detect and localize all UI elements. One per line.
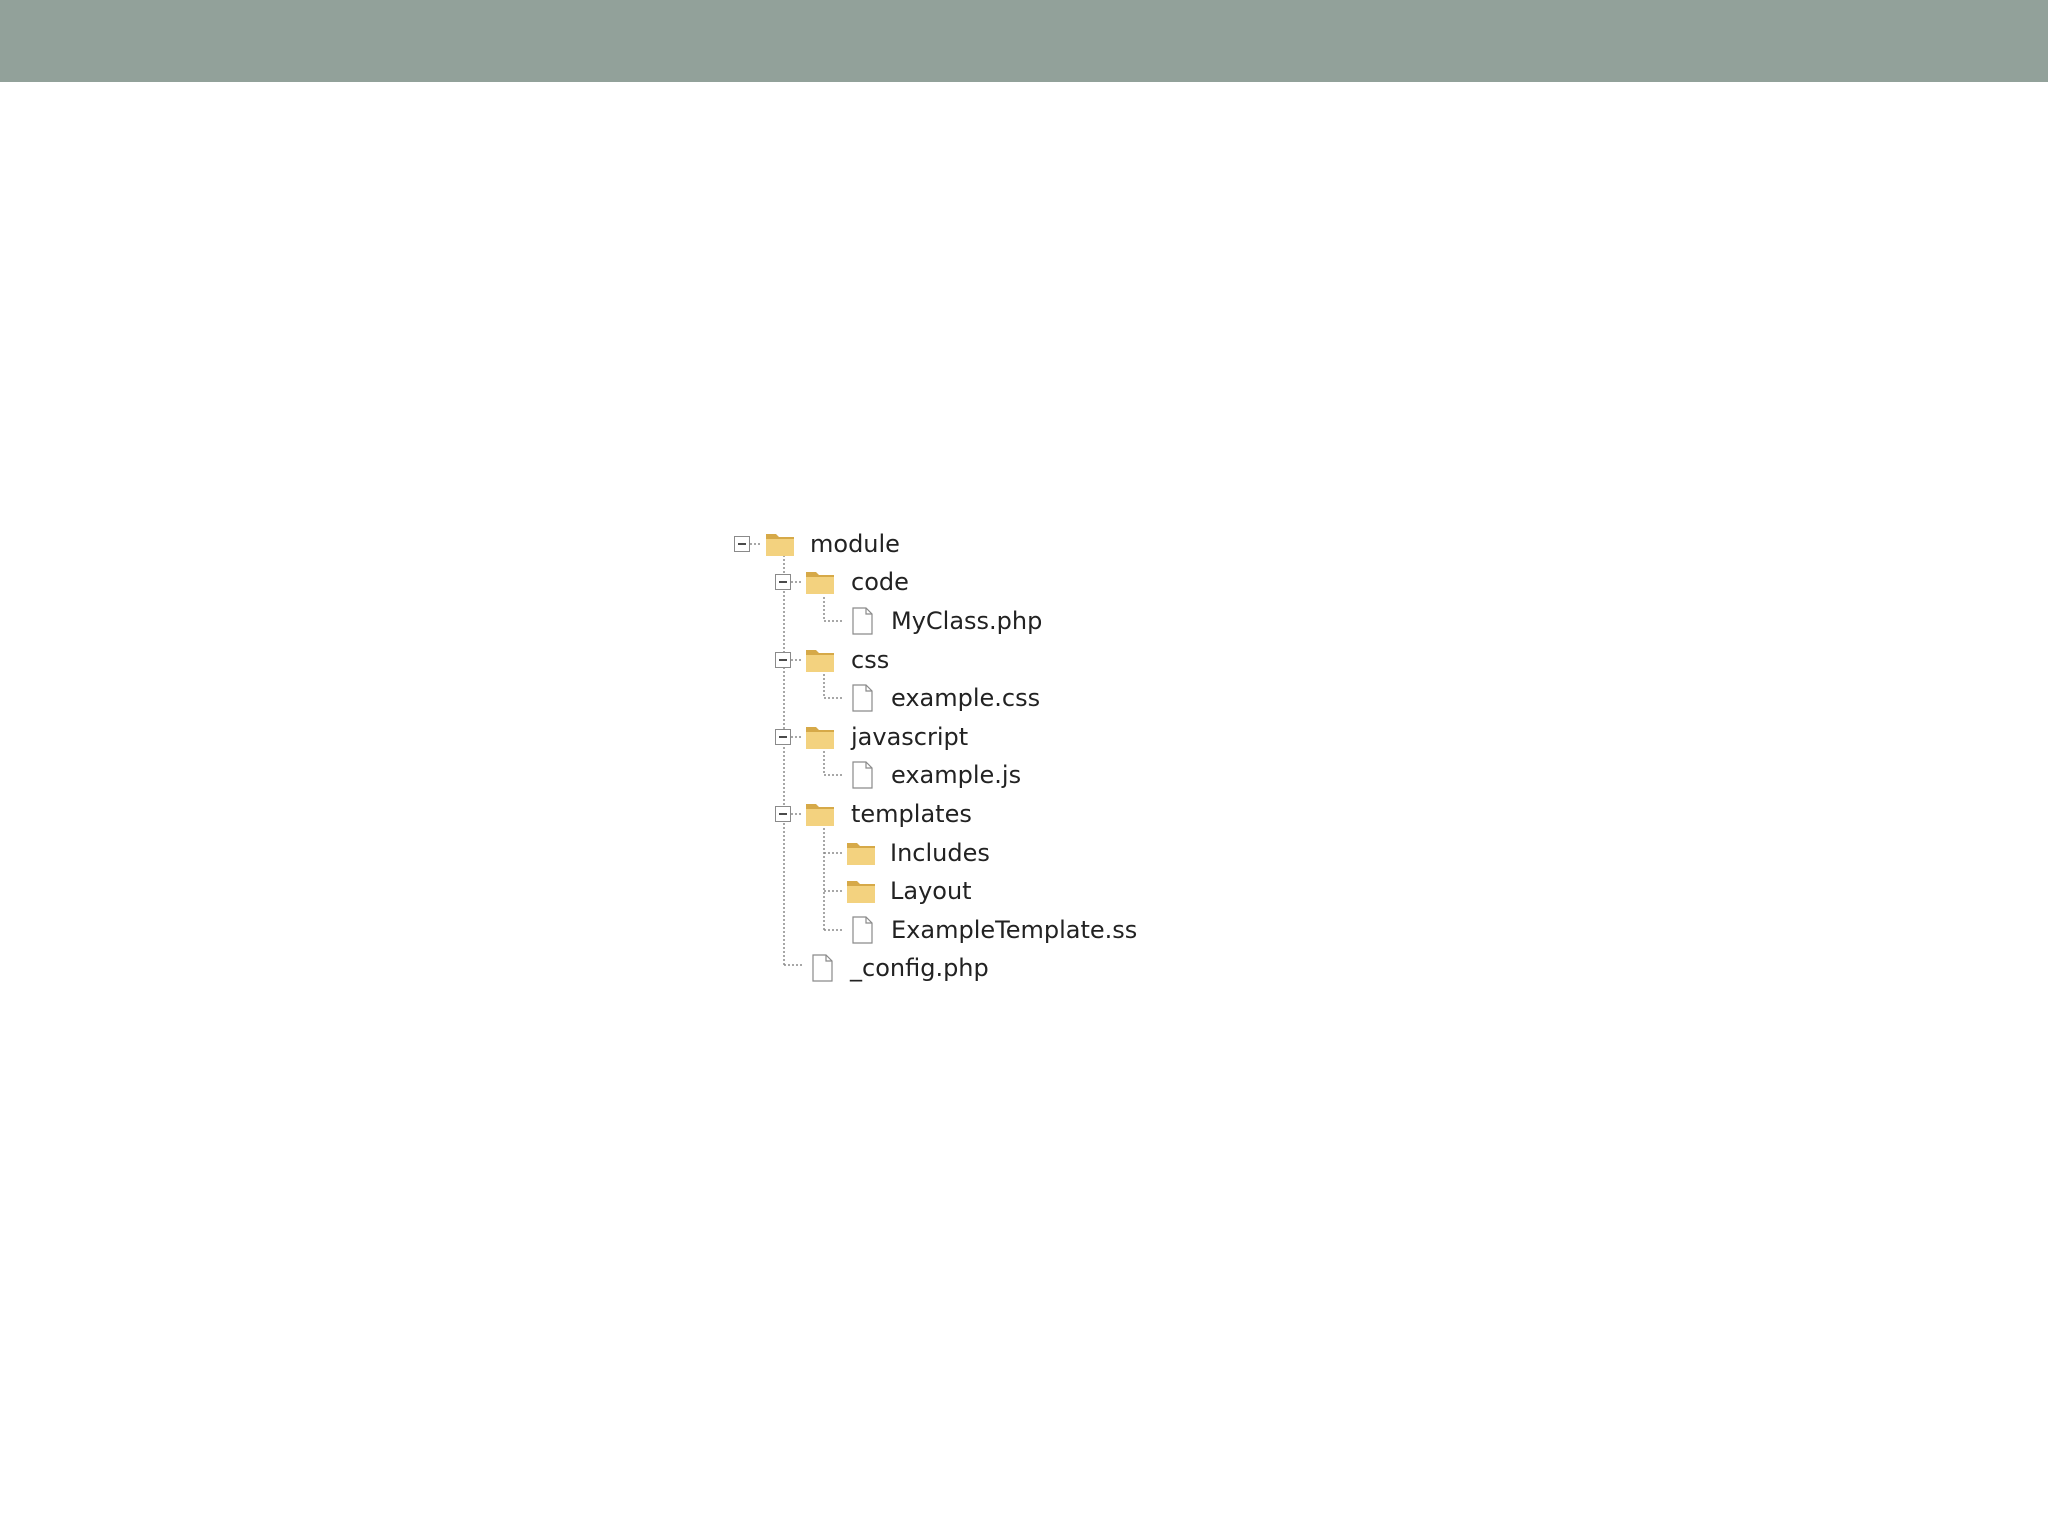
- folder-icon: [847, 843, 875, 865]
- tree-node-templates[interactable]: templates: [700, 795, 972, 833]
- tree-label-myclass-php: MyClass.php: [891, 607, 1043, 635]
- tree-label-templates: templates: [851, 800, 972, 828]
- tree-label-layout: Layout: [890, 877, 972, 905]
- folder-icon: [766, 534, 794, 556]
- tree-node-exampletemplate-ss[interactable]: ExampleTemplate.ss: [700, 911, 1137, 949]
- folder-icon: [806, 650, 834, 672]
- tree-node-layout[interactable]: Layout: [700, 872, 1000, 910]
- top-bar: [0, 0, 2048, 82]
- folder-icon: [806, 727, 834, 749]
- folder-icon: [806, 804, 834, 826]
- file-icon: [852, 684, 873, 712]
- tree-node-example-js[interactable]: example.js: [700, 756, 1021, 794]
- tree-label-css: css: [851, 646, 890, 674]
- tree-label-example-css: example.css: [891, 684, 1041, 712]
- file-icon: [852, 916, 873, 944]
- tree-label-includes: Includes: [890, 839, 990, 867]
- collapse-toggle-module[interactable]: [734, 536, 750, 552]
- tree-label-exampletemplate-ss: ExampleTemplate.ss: [891, 916, 1138, 944]
- tree-label-module: module: [810, 530, 900, 558]
- tree-node-example-css[interactable]: example.css: [700, 679, 1040, 717]
- tree-label-example-js: example.js: [891, 761, 1022, 789]
- tree-node-code[interactable]: code: [700, 563, 920, 601]
- tree-node-module[interactable]: module: [700, 525, 920, 563]
- tree-label-javascript: javascript: [851, 723, 969, 751]
- collapse-toggle-templates[interactable]: [775, 806, 791, 822]
- folder-tree: module code MyClass.php css example.css …: [700, 505, 1240, 1025]
- tree-node-myclass-php[interactable]: MyClass.php: [700, 602, 1042, 640]
- tree-label-code: code: [851, 568, 909, 596]
- file-icon: [852, 607, 873, 635]
- folder-icon: [847, 881, 875, 903]
- folder-icon: [806, 572, 834, 594]
- file-icon: [852, 761, 873, 789]
- tree-node-javascript[interactable]: javascript: [700, 718, 968, 756]
- tree-node-config-php[interactable]: _config.php: [700, 949, 1000, 987]
- collapse-toggle-code[interactable]: [775, 574, 791, 590]
- file-icon: [812, 954, 833, 982]
- tree-label-config-php: _config.php: [850, 954, 989, 982]
- collapse-toggle-css[interactable]: [775, 652, 791, 668]
- tree-node-includes[interactable]: Includes: [700, 834, 1000, 872]
- tree-node-css[interactable]: css: [700, 641, 920, 679]
- collapse-toggle-javascript[interactable]: [775, 729, 791, 745]
